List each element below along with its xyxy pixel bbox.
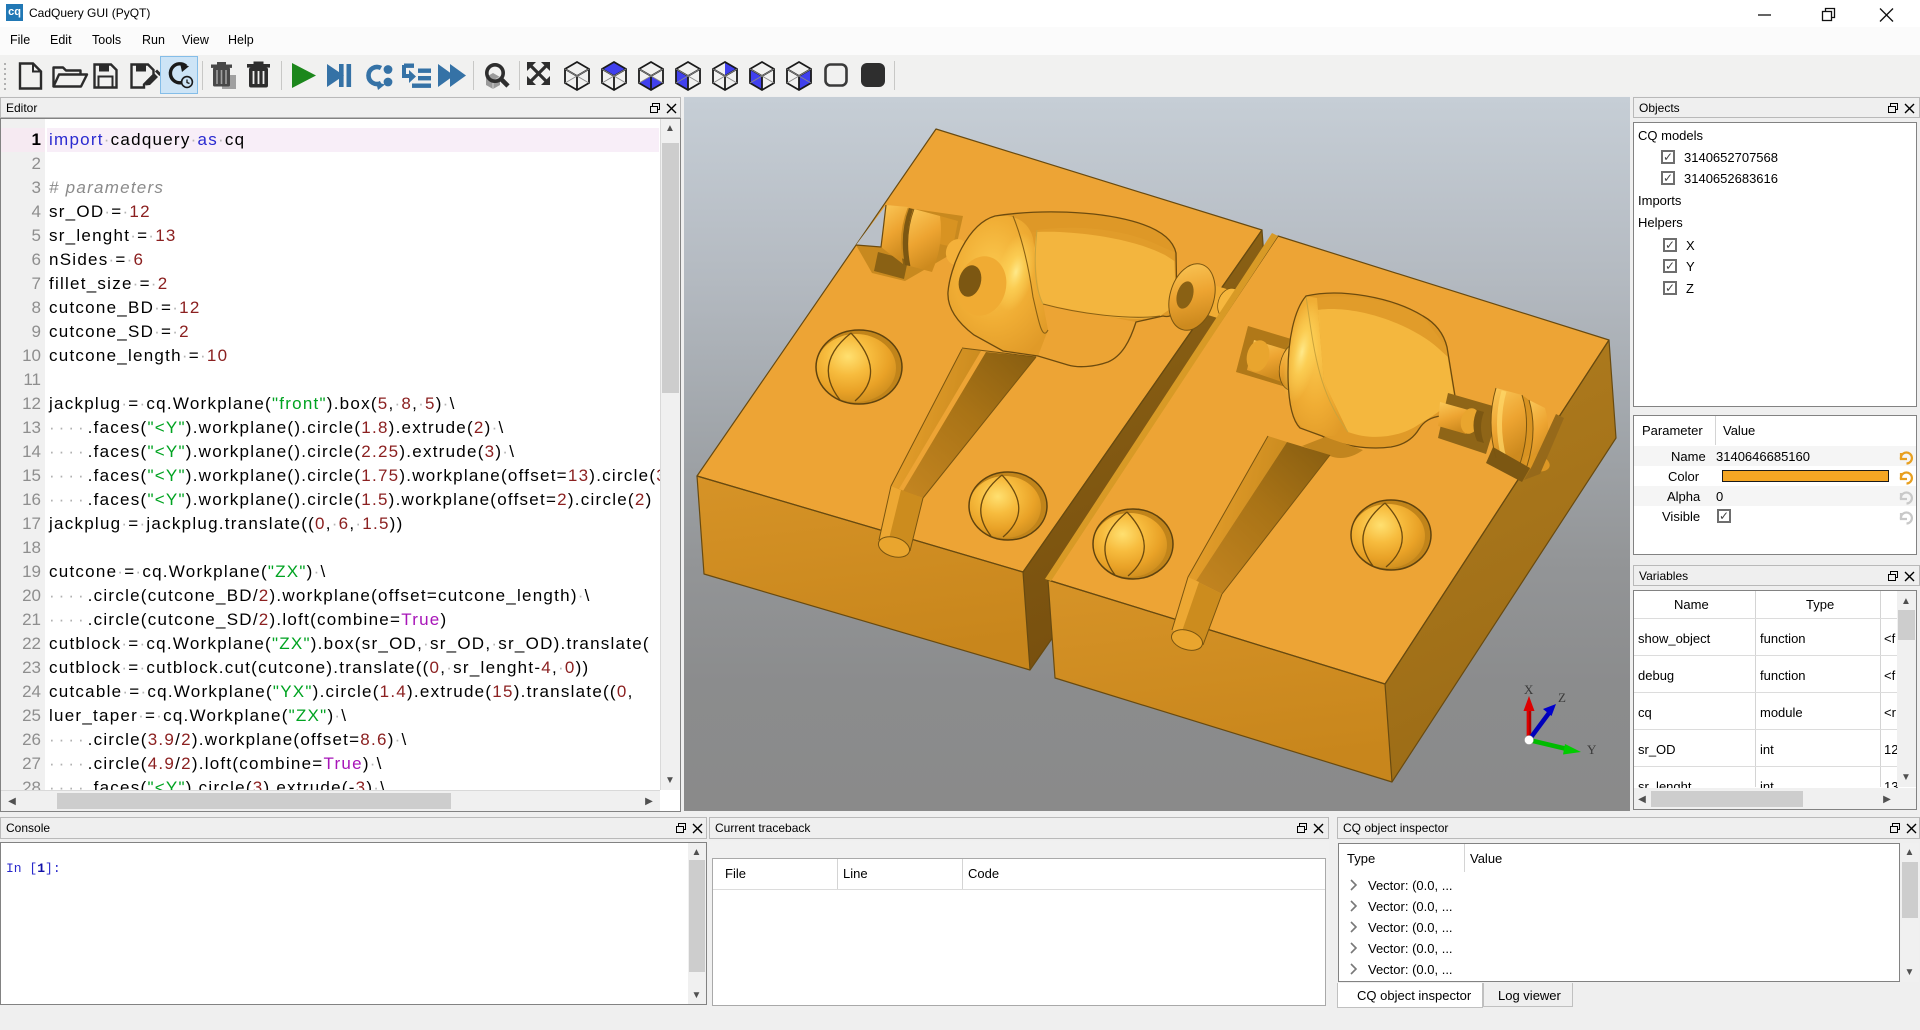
svg-text:X: X — [1524, 682, 1534, 697]
svg-text:Y: Y — [1587, 742, 1597, 757]
svg-text:Z: Z — [1558, 690, 1566, 705]
